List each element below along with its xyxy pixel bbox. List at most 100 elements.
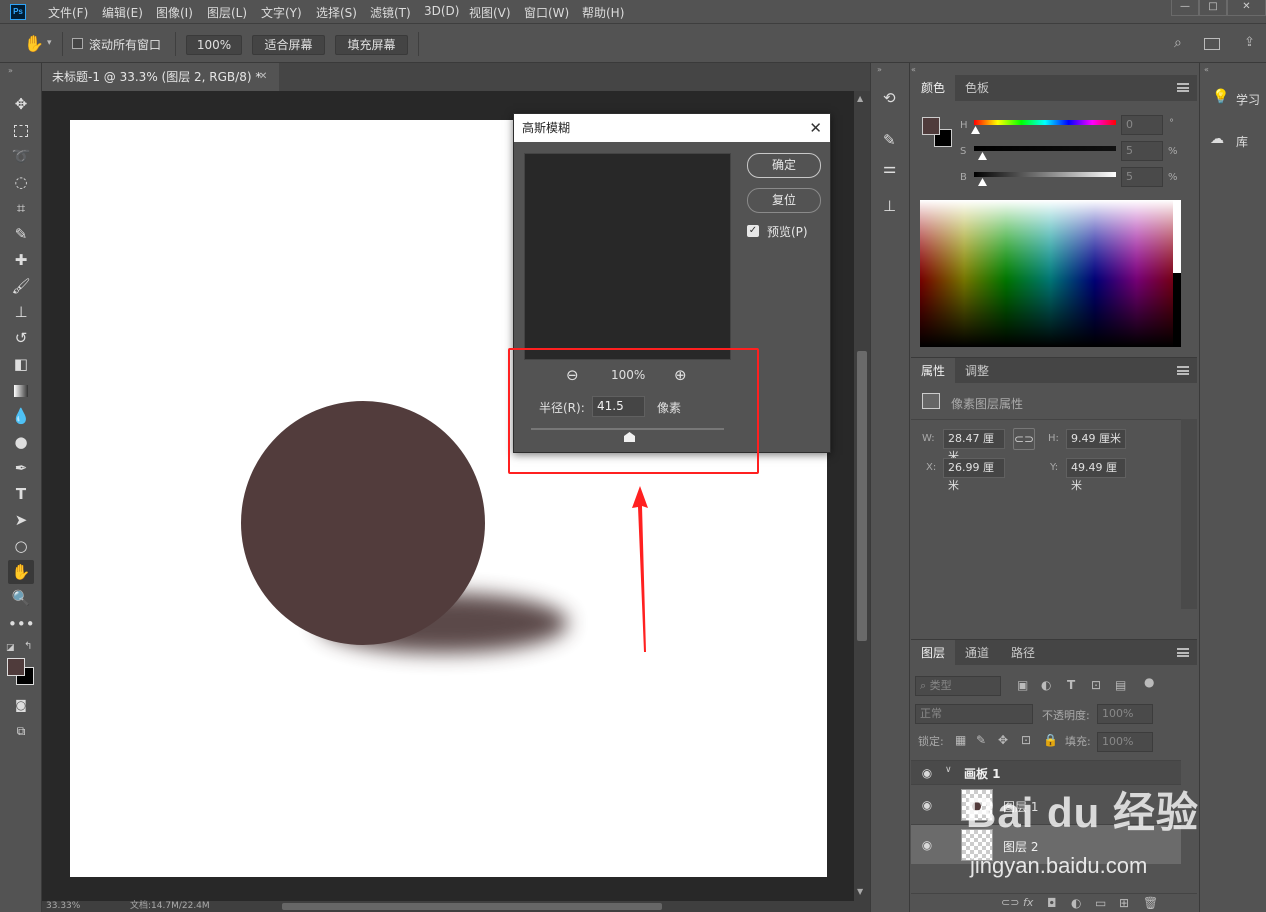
menu-type[interactable]: 文字(Y) <box>261 4 302 20</box>
maximize-icon[interactable]: □ <box>1199 0 1227 16</box>
new-group-icon[interactable]: ▭ <box>1095 896 1106 910</box>
ellipse-tool-icon[interactable]: ○ <box>8 534 34 558</box>
filter-smart-object-icon[interactable]: ▤ <box>1115 678 1126 692</box>
fill-screen-button[interactable]: 填充屏幕 <box>335 35 408 55</box>
x-input[interactable]: 26.99 厘米 <box>943 458 1005 492</box>
menu-view[interactable]: 视图(V) <box>469 4 511 20</box>
eyedropper-tool-icon[interactable]: ✎ <box>8 222 34 246</box>
eye-icon[interactable]: ◉ <box>919 798 935 812</box>
type-tool-icon[interactable]: T <box>8 482 34 506</box>
panel-menu-icon[interactable] <box>1177 648 1189 657</box>
tab-adjustments[interactable]: 调整 <box>955 358 999 384</box>
hand-tool-icon[interactable]: ✋ <box>8 560 34 584</box>
panel-menu-icon[interactable] <box>1177 366 1189 375</box>
library-button[interactable]: ☁ 库 <box>1200 125 1266 155</box>
close-icon[interactable]: ✕ <box>1227 0 1266 16</box>
delete-layer-icon[interactable]: 🗑 <box>1143 896 1158 910</box>
horizontal-scrollbar[interactable]: 33.33% 文档:14.7M/22.4M <box>42 901 870 912</box>
tab-color[interactable]: 颜色 <box>911 75 956 101</box>
height-input[interactable]: 9.49 厘米 <box>1066 429 1126 449</box>
hue-slider-thumb[interactable] <box>971 126 980 134</box>
blend-mode-select[interactable]: 正常 <box>915 704 1033 724</box>
layer-row-artboard[interactable]: ◉ ∨ 画板 1 <box>911 760 1181 784</box>
fill-input[interactable]: 100% <box>1097 732 1153 752</box>
scrollbar-thumb[interactable] <box>857 351 867 641</box>
scroll-all-checkbox[interactable] <box>72 38 83 49</box>
eye-icon[interactable]: ◉ <box>919 766 935 780</box>
saturation-slider[interactable] <box>974 146 1116 151</box>
lock-pixels-icon[interactable]: ✎ <box>976 733 986 747</box>
filter-shape-icon[interactable]: ⊡ <box>1091 678 1101 692</box>
foreground-color-swatch[interactable] <box>922 117 940 135</box>
document-tab[interactable]: 未标题-1 @ 33.3% (图层 2, RGB/8) * ✕ <box>42 63 279 91</box>
history-brush-tool-icon[interactable]: ↺ <box>8 326 34 350</box>
eye-icon[interactable]: ◉ <box>919 838 935 852</box>
brightness-input[interactable]: 5 <box>1121 167 1163 187</box>
tab-channels[interactable]: 通道 <box>955 640 999 666</box>
marquee-tool-icon[interactable] <box>8 118 34 142</box>
clone-source-icon[interactable]: ⊥ <box>883 197 896 215</box>
close-icon[interactable]: ✕ <box>259 63 267 91</box>
link-icon[interactable]: ⊂⊃ <box>1013 428 1035 450</box>
layer-filter-select[interactable]: ⌕ 类型 <box>915 676 1001 696</box>
tab-swatches[interactable]: 色板 <box>955 75 999 101</box>
blur-preview[interactable] <box>524 153 731 360</box>
new-adjustment-icon[interactable]: ◐ <box>1071 896 1081 910</box>
lock-all-icon[interactable]: 🔒 <box>1043 733 1058 747</box>
lock-artboard-icon[interactable]: ⊡ <box>1021 733 1031 747</box>
opacity-input[interactable]: 100% <box>1097 704 1153 724</box>
menu-select[interactable]: 选择(S) <box>316 4 357 20</box>
foreground-color-swatch[interactable] <box>7 658 25 676</box>
menu-file[interactable]: 文件(F) <box>48 4 88 20</box>
move-tool-icon[interactable]: ✥ <box>8 92 34 116</box>
hue-input[interactable]: 0 <box>1121 115 1163 135</box>
reset-button[interactable]: 复位 <box>747 188 821 213</box>
panel-menu-icon[interactable] <box>1177 83 1189 92</box>
color-spectrum[interactable] <box>920 200 1181 347</box>
chevron-down-icon[interactable]: ▾ <box>47 38 52 48</box>
filter-adjustment-icon[interactable]: ◐ <box>1041 678 1051 692</box>
filter-type-icon[interactable]: T <box>1067 678 1075 692</box>
fx-icon[interactable]: fx <box>1023 896 1033 909</box>
menu-layer[interactable]: 图层(L) <box>207 4 247 20</box>
stamp-tool-icon[interactable]: ⊥ <box>8 300 34 324</box>
properties-scrollbar[interactable] <box>1181 419 1197 609</box>
filter-toggle-icon[interactable]: ● <box>1144 675 1154 689</box>
zoom-tool-icon[interactable]: 🔍 <box>8 586 34 610</box>
layer-row-2[interactable]: ◉ 图层 2 <box>911 824 1181 864</box>
quick-select-tool-icon[interactable]: ◌ <box>8 170 34 194</box>
tab-paths[interactable]: 路径 <box>1001 640 1045 666</box>
width-input[interactable]: 28.47 厘米 <box>943 429 1005 463</box>
hand-tool-icon[interactable]: ✋ <box>24 34 44 53</box>
zoom-100-button[interactable]: 100% <box>186 35 242 55</box>
black-swatch[interactable] <box>1173 273 1181 347</box>
brightness-slider[interactable] <box>974 172 1116 177</box>
history-icon[interactable]: ⟲ <box>883 89 896 107</box>
dialog-title-bar[interactable]: 高斯模糊 ✕ <box>514 114 830 142</box>
saturation-input[interactable]: 5 <box>1121 141 1163 161</box>
menu-edit[interactable]: 编辑(E) <box>102 4 143 20</box>
menu-3d[interactable]: 3D(D) <box>424 4 459 20</box>
gradient-tool-icon[interactable] <box>8 378 34 402</box>
dodge-tool-icon[interactable]: ● <box>8 430 34 454</box>
tab-layers[interactable]: 图层 <box>911 640 956 666</box>
search-icon[interactable]: ⌕ <box>1174 35 1182 51</box>
share-icon[interactable]: ⇪ <box>1244 35 1255 50</box>
path-select-tool-icon[interactable]: ➤ <box>8 508 34 532</box>
screen-mode-icon[interactable]: ⧉ <box>8 719 34 743</box>
workspace-icon[interactable] <box>1204 38 1220 50</box>
minimize-icon[interactable]: — <box>1171 0 1199 16</box>
tab-properties[interactable]: 属性 <box>911 358 956 384</box>
scrollbar-thumb[interactable] <box>282 903 662 910</box>
chevron-down-icon[interactable]: ∨ <box>945 765 952 775</box>
new-layer-icon[interactable]: ⊞ <box>1119 896 1129 910</box>
brush-tool-icon[interactable]: 🖌 <box>8 274 34 298</box>
swap-colors-icon[interactable]: ↰ <box>24 641 32 652</box>
white-swatch[interactable] <box>1173 200 1181 273</box>
crop-tool-icon[interactable]: ⌗ <box>8 196 34 220</box>
ok-button[interactable]: 确定 <box>747 153 821 178</box>
default-colors-icon[interactable]: ◪ <box>6 643 15 653</box>
menu-filter[interactable]: 滤镜(T) <box>370 4 411 20</box>
close-icon[interactable]: ✕ <box>809 114 822 142</box>
adjustments-icon[interactable]: ⚌ <box>883 159 896 177</box>
